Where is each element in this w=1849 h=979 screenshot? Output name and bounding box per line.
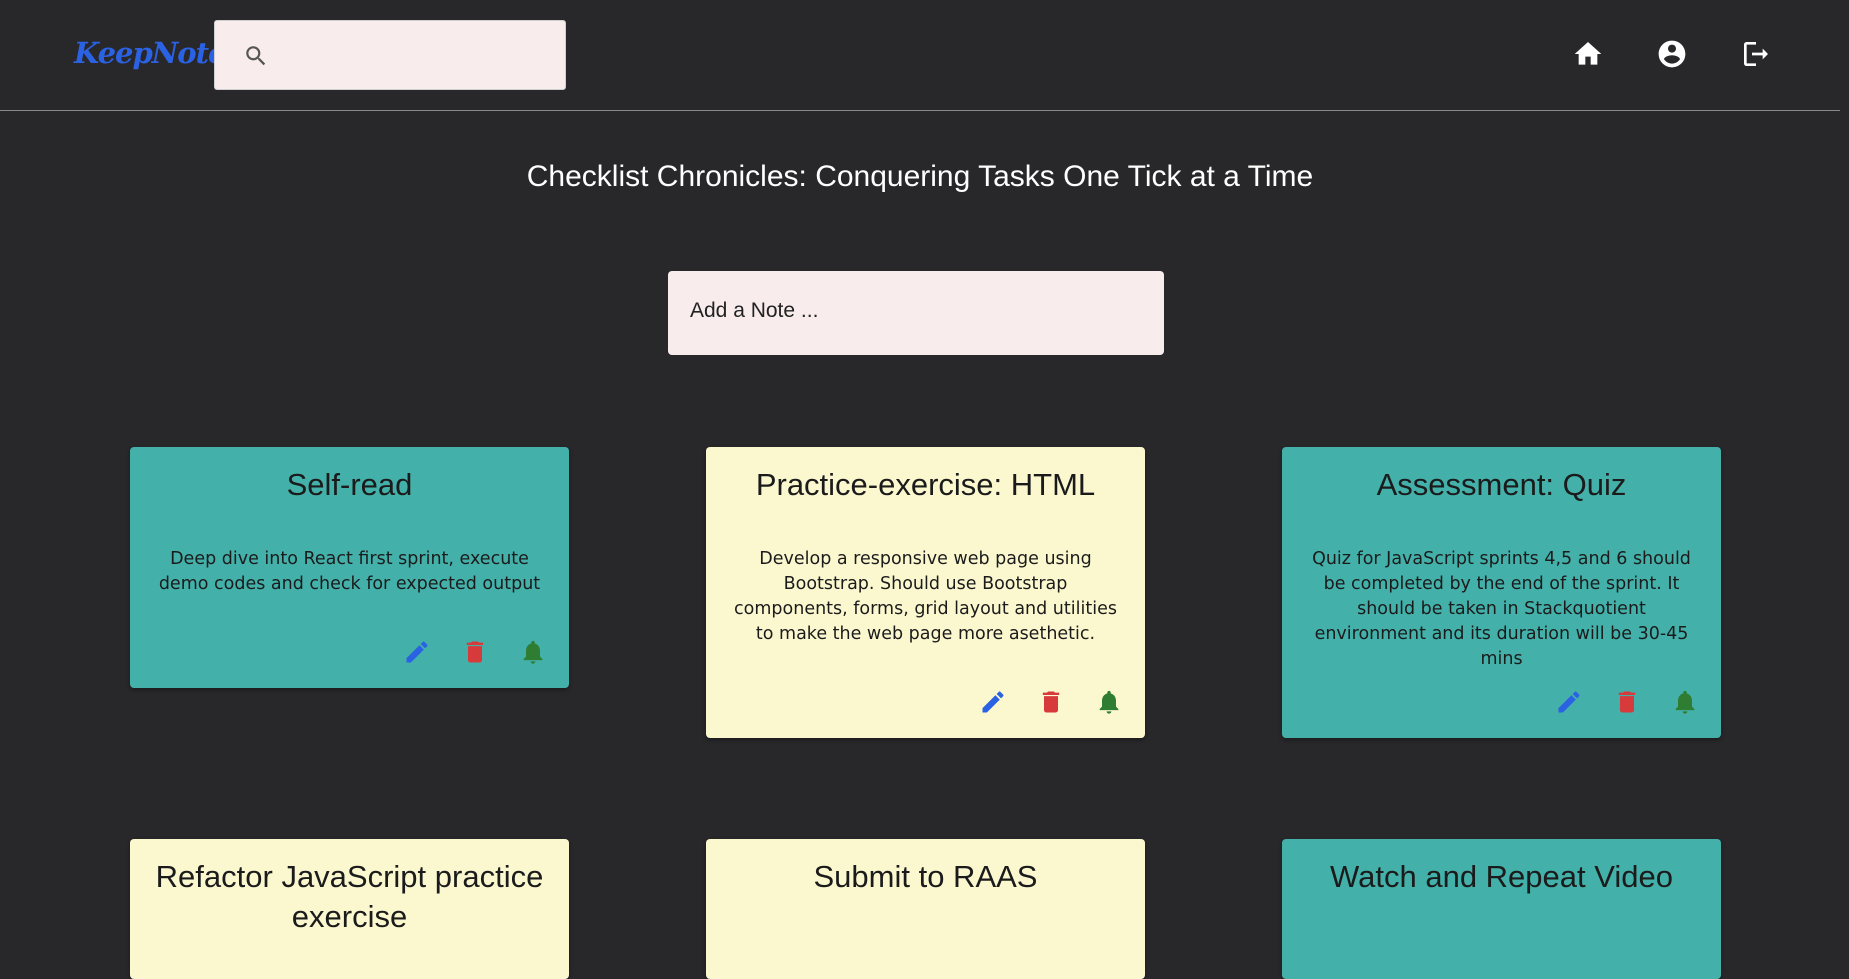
- note-title: Refactor JavaScript practice exercise: [155, 859, 544, 934]
- add-note-box[interactable]: [668, 271, 1164, 355]
- note-description: Quiz for JavaScript sprints 4,5 and 6 sh…: [1312, 549, 1691, 669]
- note-title: Self-read: [286, 467, 413, 502]
- bell-icon[interactable]: [1095, 688, 1123, 716]
- note-card[interactable]: Submit to RAAS: [706, 839, 1145, 979]
- search-input[interactable]: [281, 35, 555, 77]
- search-box[interactable]: [214, 20, 566, 90]
- add-note-input[interactable]: [688, 293, 1142, 329]
- delete-icon[interactable]: [461, 638, 489, 666]
- note-card[interactable]: Watch and Repeat Video: [1282, 839, 1721, 979]
- bell-icon[interactable]: [1671, 688, 1699, 716]
- logout-icon[interactable]: [1740, 38, 1772, 70]
- account-circle-icon[interactable]: [1656, 38, 1688, 70]
- note-actions: [1525, 688, 1699, 718]
- app-logo[interactable]: KeepNote: [74, 36, 226, 70]
- note-actions: [949, 688, 1123, 718]
- bell-icon[interactable]: [519, 638, 547, 666]
- delete-icon[interactable]: [1613, 688, 1641, 716]
- home-icon[interactable]: [1572, 38, 1604, 70]
- note-description: Deep dive into React first sprint, execu…: [158, 549, 541, 594]
- note-card[interactable]: Assessment: Quiz Quiz for JavaScript spri…: [1282, 447, 1721, 738]
- note-actions: [373, 638, 547, 668]
- note-title: Submit to RAAS: [813, 859, 1038, 894]
- search-icon: [243, 43, 269, 69]
- edit-icon[interactable]: [979, 688, 1007, 716]
- note-card[interactable]: Practice-exercise: HTML Develop a respons…: [706, 447, 1145, 738]
- note-card[interactable]: Refactor JavaScript practice exercise: [130, 839, 569, 979]
- note-title: Practice-exercise: HTML: [755, 467, 1096, 502]
- edit-icon[interactable]: [403, 638, 431, 666]
- page-title: Checklist Chronicles: Conquering Tasks O…: [526, 160, 1314, 193]
- delete-icon[interactable]: [1037, 688, 1065, 716]
- note-card[interactable]: Self-read Deep dive into React first spri…: [130, 447, 569, 688]
- note-title: Watch and Repeat Video: [1330, 859, 1673, 894]
- edit-icon[interactable]: [1555, 688, 1583, 716]
- note-title: Assessment: Quiz: [1376, 467, 1627, 502]
- note-description: Develop a responsive web page using Boot…: [734, 549, 1117, 644]
- app-header: KeepNote: [0, 0, 1840, 111]
